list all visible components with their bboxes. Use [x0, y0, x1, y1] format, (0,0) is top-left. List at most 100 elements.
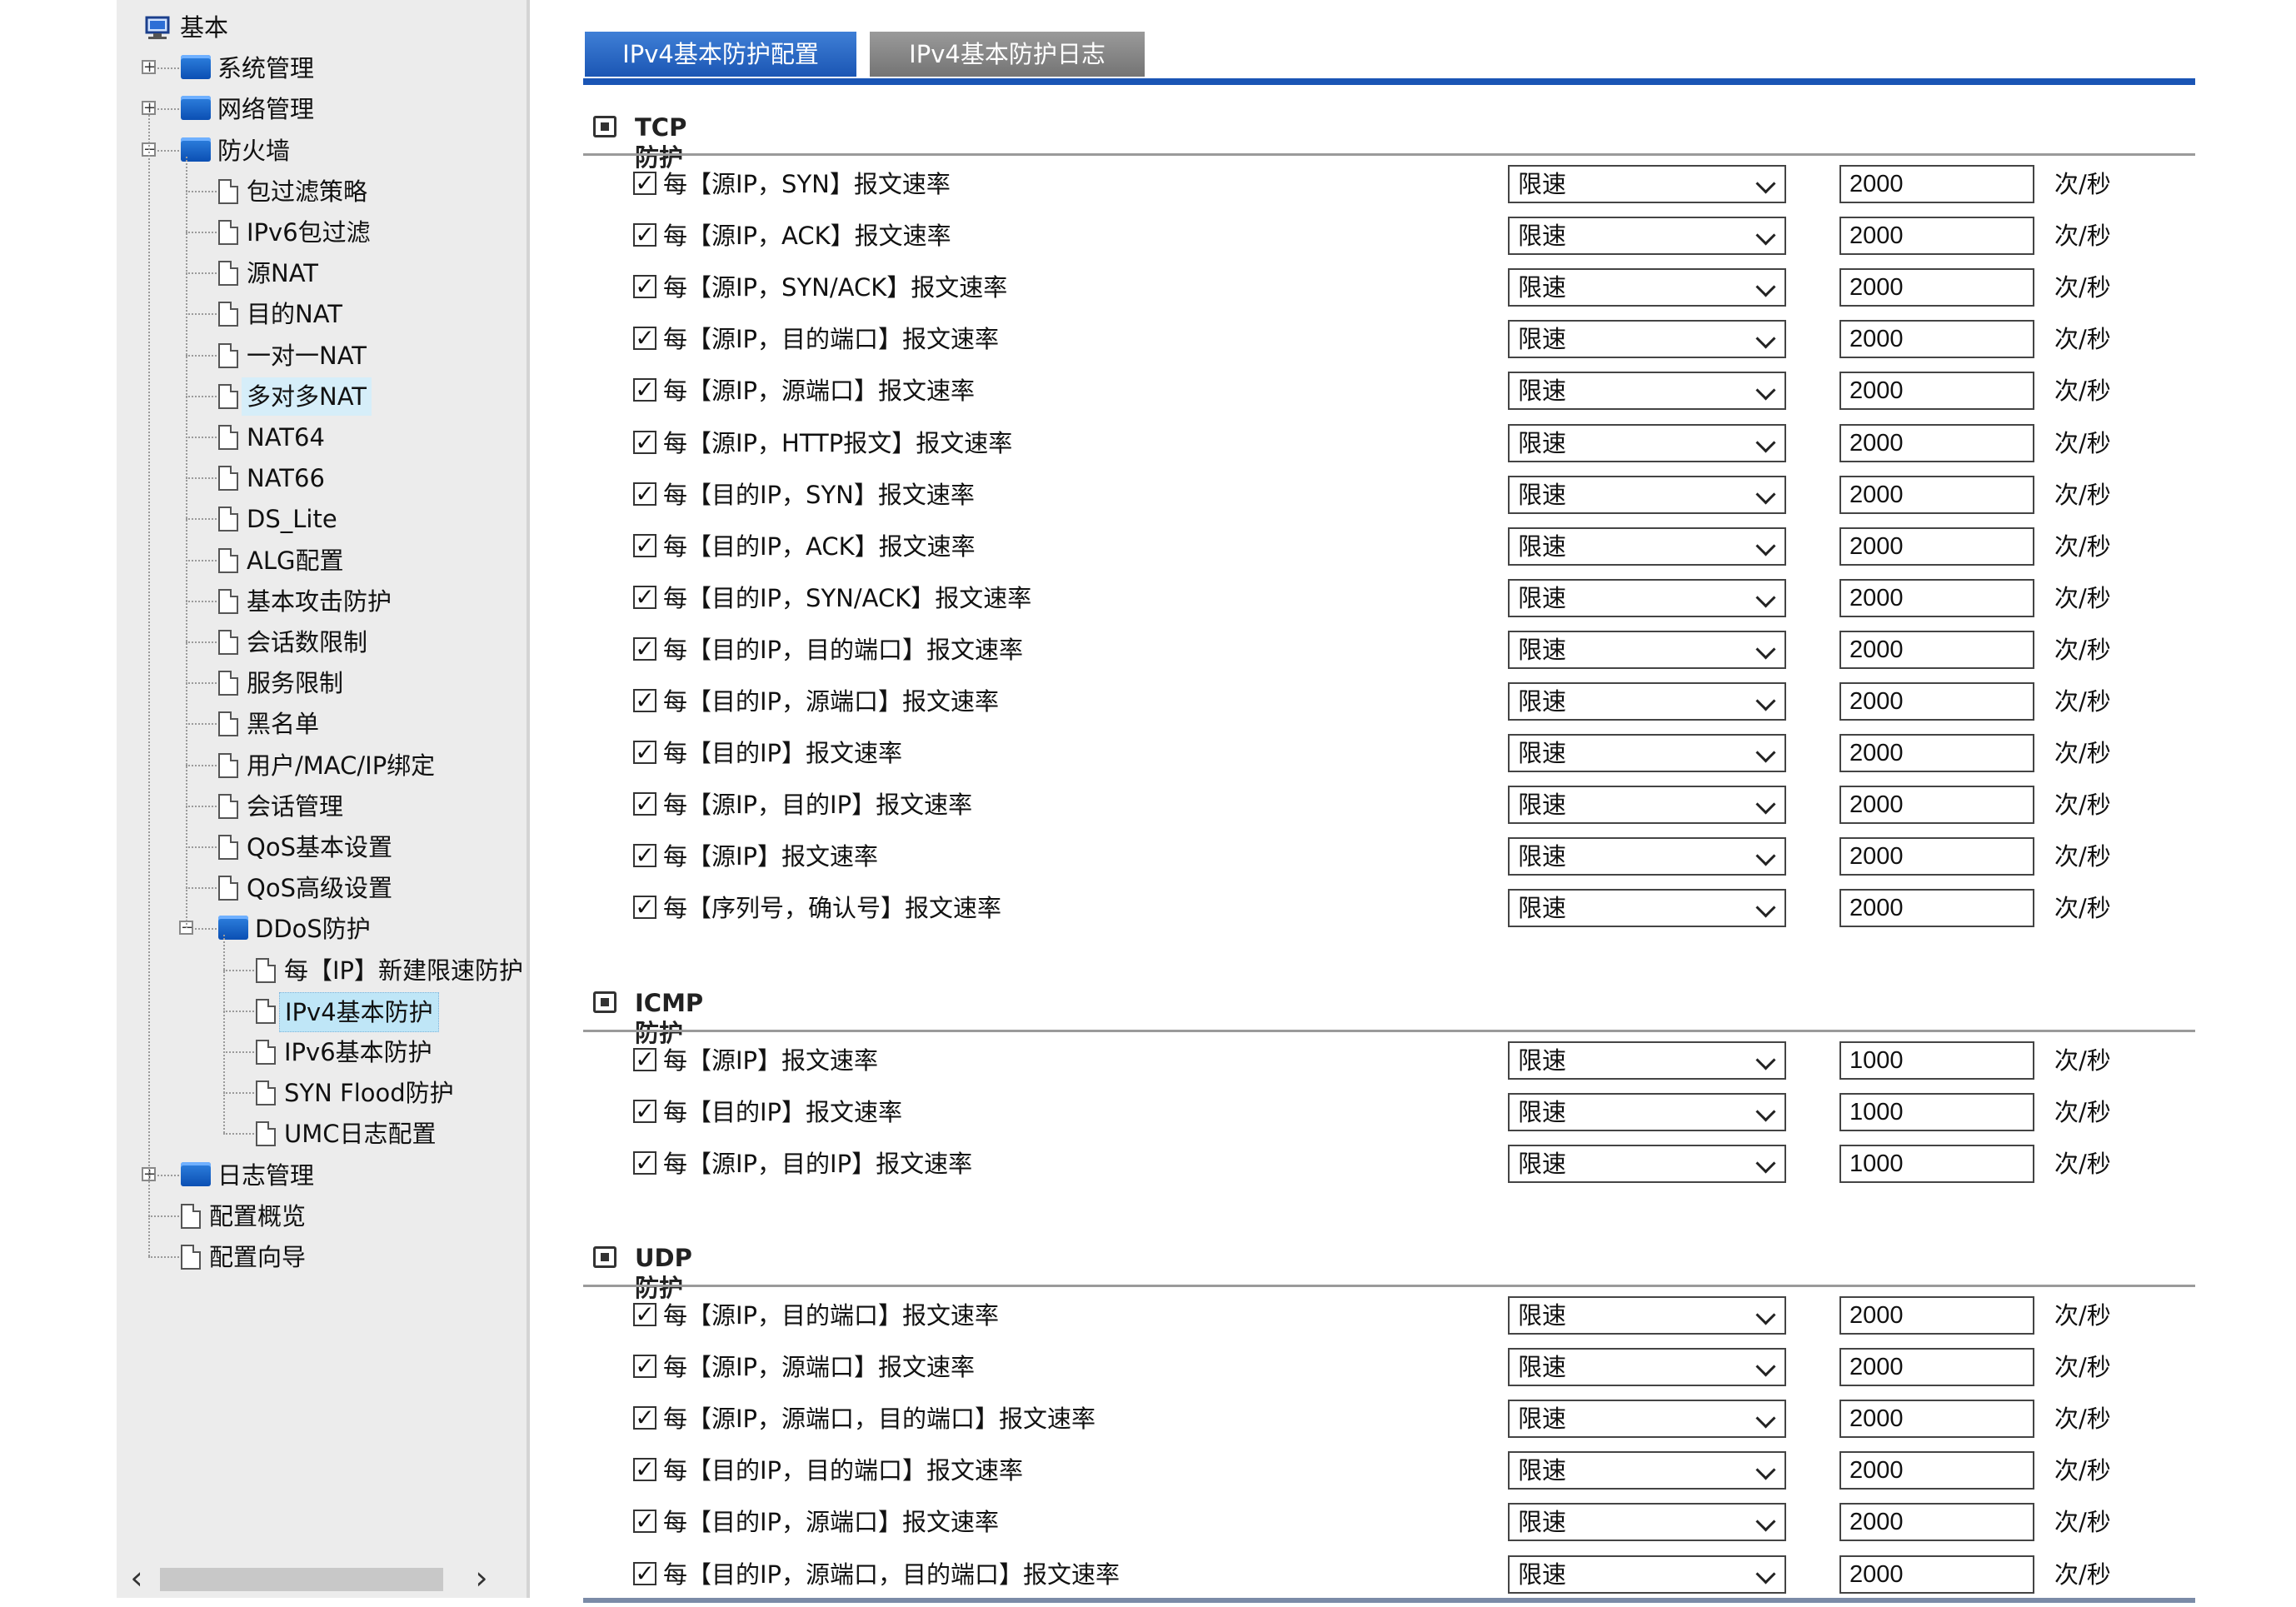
enable-checkbox[interactable]: ✓ [633, 1048, 656, 1071]
enable-checkbox[interactable]: ✓ [633, 1458, 656, 1482]
enable-checkbox[interactable]: ✓ [633, 482, 656, 506]
rate-threshold-input[interactable]: 2000 [1839, 1296, 2034, 1335]
tab-ipv4-basic-protection-config[interactable]: IPv4基本防护配置 [585, 32, 856, 77]
tree-item[interactable]: + 网络管理 [117, 90, 527, 128]
mode-select[interactable]: 限速 [1508, 475, 1786, 514]
mode-select[interactable]: 限速 [1508, 578, 1786, 617]
enable-checkbox[interactable]: ✓ [633, 327, 656, 351]
rate-threshold-input[interactable]: 2000 [1839, 837, 2034, 876]
mode-select[interactable]: 限速 [1508, 837, 1786, 876]
tree-item[interactable]: − 防火墙 [117, 132, 527, 170]
rate-threshold-input[interactable]: 2000 [1839, 1348, 2034, 1387]
rate-threshold-input[interactable]: 2000 [1839, 578, 2034, 617]
section-collapse-icon[interactable] [593, 1246, 616, 1268]
enable-checkbox[interactable]: ✓ [633, 223, 656, 247]
rate-threshold-input[interactable]: 2000 [1839, 734, 2034, 773]
rate-threshold-input[interactable]: 2000 [1839, 630, 2034, 669]
mode-select[interactable]: 限速 [1508, 1555, 1786, 1594]
mode-select[interactable]: 限速 [1508, 1348, 1786, 1387]
tree-item[interactable]: 目的NAT [117, 295, 527, 333]
tab-ipv4-basic-protection-log[interactable]: IPv4基本防护日志 [870, 32, 1145, 77]
enable-checkbox[interactable]: ✓ [633, 275, 656, 299]
enable-checkbox[interactable]: ✓ [633, 741, 656, 765]
tree-item[interactable]: 服务限制 [117, 664, 527, 702]
rate-threshold-input[interactable]: 1000 [1839, 1145, 2034, 1184]
scroll-right-icon[interactable]: › [465, 1561, 498, 1595]
enable-checkbox[interactable]: ✓ [633, 1151, 656, 1175]
mode-select[interactable]: 限速 [1508, 1503, 1786, 1542]
tree-item[interactable]: IPv6包过滤 [117, 213, 527, 252]
mode-select[interactable]: 限速 [1508, 630, 1786, 669]
section-collapse-icon[interactable] [593, 116, 616, 137]
rate-threshold-input[interactable]: 2000 [1839, 423, 2034, 462]
tree-item[interactable]: UMC日志配置 [117, 1115, 527, 1153]
mode-select[interactable]: 限速 [1508, 1145, 1786, 1184]
tree-item[interactable]: 基本 [117, 8, 527, 47]
rate-threshold-input[interactable]: 1000 [1839, 1041, 2034, 1080]
mode-select[interactable]: 限速 [1508, 217, 1786, 256]
tree-item[interactable]: 源NAT [117, 254, 527, 292]
tree-item[interactable]: 每【IP】新建限速防护 [117, 951, 527, 990]
tree-item[interactable]: + 日志管理 [117, 1156, 527, 1195]
rate-threshold-input[interactable]: 2000 [1839, 786, 2034, 825]
rate-threshold-input[interactable]: 2000 [1839, 1400, 2034, 1439]
tree-item[interactable]: ALG配置 [117, 541, 527, 580]
rate-threshold-input[interactable]: 2000 [1839, 320, 2034, 359]
rate-threshold-input[interactable]: 2000 [1839, 682, 2034, 721]
tree-item[interactable]: + 系统管理 [117, 49, 527, 87]
rate-threshold-input[interactable]: 2000 [1839, 372, 2034, 411]
horizontal-scrollbar[interactable]: ‹ › [117, 1560, 527, 1598]
enable-checkbox[interactable]: ✓ [633, 1100, 656, 1124]
tree-item[interactable]: 黑名单 [117, 705, 527, 743]
tree-item[interactable]: DS_Lite [117, 500, 527, 538]
tree-item[interactable]: 一对一NAT [117, 337, 527, 375]
mode-select[interactable]: 限速 [1508, 527, 1786, 566]
mode-select[interactable]: 限速 [1508, 165, 1786, 203]
enable-checkbox[interactable]: ✓ [633, 1406, 656, 1430]
tree-item[interactable]: 会话数限制 [117, 623, 527, 661]
enable-checkbox[interactable]: ✓ [633, 172, 656, 195]
tree-item[interactable]: NAT66 [117, 459, 527, 497]
mode-select[interactable]: 限速 [1508, 786, 1786, 825]
mode-select[interactable]: 限速 [1508, 1093, 1786, 1132]
scroll-left-icon[interactable]: ‹ [120, 1561, 153, 1595]
rate-threshold-input[interactable]: 2000 [1839, 527, 2034, 566]
tree-item[interactable]: 包过滤策略 [117, 172, 527, 211]
rate-threshold-input[interactable]: 2000 [1839, 1503, 2034, 1542]
enable-checkbox[interactable]: ✓ [633, 636, 656, 661]
tree-item[interactable]: QoS高级设置 [117, 869, 527, 907]
mode-select[interactable]: 限速 [1508, 889, 1786, 928]
rate-threshold-input[interactable]: 2000 [1839, 475, 2034, 514]
tree-item[interactable]: SYN Flood防护 [117, 1074, 527, 1112]
mode-select[interactable]: 限速 [1508, 1451, 1786, 1490]
mode-select[interactable]: 限速 [1508, 268, 1786, 307]
enable-checkbox[interactable]: ✓ [633, 585, 656, 609]
tree-item[interactable]: 多对多NAT [117, 377, 527, 416]
mode-select[interactable]: 限速 [1508, 1296, 1786, 1335]
tree-item[interactable]: 会话管理 [117, 787, 527, 826]
enable-checkbox[interactable]: ✓ [633, 533, 656, 557]
scrollbar-thumb[interactable] [160, 1568, 443, 1591]
enable-checkbox[interactable]: ✓ [633, 844, 656, 868]
expand-icon[interactable]: + [142, 101, 156, 116]
tree-item[interactable]: 基本攻击防护 [117, 582, 527, 621]
tree-item[interactable]: 配置概览 [117, 1197, 527, 1235]
mode-select[interactable]: 限速 [1508, 320, 1786, 359]
rate-threshold-input[interactable]: 2000 [1839, 268, 2034, 307]
mode-select[interactable]: 限速 [1508, 682, 1786, 721]
rate-threshold-input[interactable]: 1000 [1839, 1093, 2034, 1132]
expand-icon[interactable]: + [142, 60, 156, 75]
mode-select[interactable]: 限速 [1508, 1400, 1786, 1439]
tree-item[interactable]: NAT64 [117, 418, 527, 457]
enable-checkbox[interactable]: ✓ [633, 430, 656, 454]
rate-threshold-input[interactable]: 2000 [1839, 165, 2034, 203]
enable-checkbox[interactable]: ✓ [633, 689, 656, 712]
mode-select[interactable]: 限速 [1508, 423, 1786, 462]
rate-threshold-input[interactable]: 2000 [1839, 217, 2034, 256]
tree-item[interactable]: IPv4基本防护 [117, 991, 527, 1032]
rate-threshold-input[interactable]: 2000 [1839, 1451, 2034, 1490]
enable-checkbox[interactable]: ✓ [633, 896, 656, 920]
tree-item[interactable]: 配置向导 [117, 1238, 527, 1276]
mode-select[interactable]: 限速 [1508, 734, 1786, 773]
enable-checkbox[interactable]: ✓ [633, 1561, 656, 1585]
